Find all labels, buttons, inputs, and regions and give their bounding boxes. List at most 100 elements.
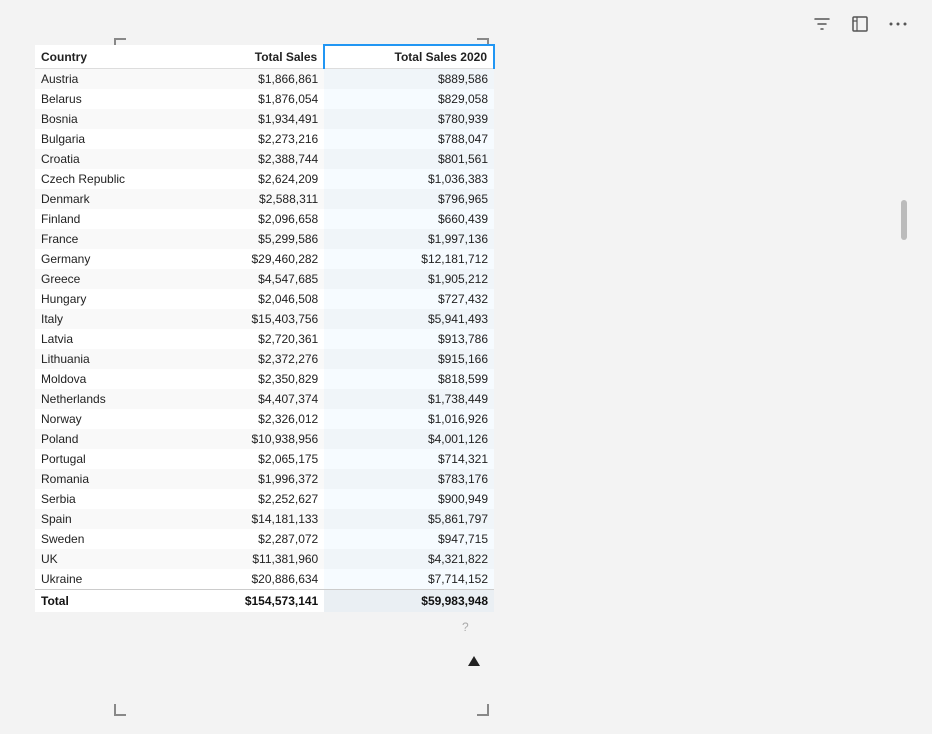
table-row: Bosnia$1,934,491$780,939 <box>35 109 494 129</box>
cell-9-0: Germany <box>35 249 188 269</box>
table-row: Czech Republic$2,624,209$1,036,383 <box>35 169 494 189</box>
cell-11-2: $727,432 <box>324 289 494 309</box>
cell-23-2: $947,715 <box>324 529 494 549</box>
toolbar <box>808 10 912 38</box>
cell-23-0: Sweden <box>35 529 188 549</box>
cell-6-1: $2,588,311 <box>188 189 324 209</box>
cell-17-0: Norway <box>35 409 188 429</box>
cell-6-0: Denmark <box>35 189 188 209</box>
cell-6-2: $796,965 <box>324 189 494 209</box>
table-row: Italy$15,403,756$5,941,493 <box>35 309 494 329</box>
cell-16-2: $1,738,449 <box>324 389 494 409</box>
cell-14-0: Lithuania <box>35 349 188 369</box>
expand-icon[interactable] <box>846 10 874 38</box>
cell-22-1: $14,181,133 <box>188 509 324 529</box>
table-row: Greece$4,547,685$1,905,212 <box>35 269 494 289</box>
cell-12-1: $15,403,756 <box>188 309 324 329</box>
cell-18-2: $4,001,126 <box>324 429 494 449</box>
cell-9-2: $12,181,712 <box>324 249 494 269</box>
table-row: Austria$1,866,861$889,586 <box>35 69 494 90</box>
more-options-icon[interactable] <box>884 10 912 38</box>
tooltip-icon: ? <box>462 620 469 634</box>
cell-11-1: $2,046,508 <box>188 289 324 309</box>
sales-table: Country Total Sales Total Sales 2020 Aus… <box>35 44 495 612</box>
cell-10-0: Greece <box>35 269 188 289</box>
filter-icon[interactable] <box>808 10 836 38</box>
cell-12-0: Italy <box>35 309 188 329</box>
cell-7-1: $2,096,658 <box>188 209 324 229</box>
cell-2-0: Bosnia <box>35 109 188 129</box>
footer-total-sales-2020: $59,983,948 <box>324 590 494 613</box>
cell-19-0: Portugal <box>35 449 188 469</box>
cell-17-1: $2,326,012 <box>188 409 324 429</box>
cell-3-2: $788,047 <box>324 129 494 149</box>
cell-20-2: $783,176 <box>324 469 494 489</box>
cell-20-1: $1,996,372 <box>188 469 324 489</box>
cell-1-1: $1,876,054 <box>188 89 324 109</box>
cell-22-0: Spain <box>35 509 188 529</box>
cell-2-2: $780,939 <box>324 109 494 129</box>
data-table-container: Country Total Sales Total Sales 2020 Aus… <box>35 44 495 612</box>
table-row: Moldova$2,350,829$818,599 <box>35 369 494 389</box>
table-row: Ukraine$20,886,634$7,714,152 <box>35 569 494 590</box>
header-country[interactable]: Country <box>35 45 188 69</box>
cell-18-1: $10,938,956 <box>188 429 324 449</box>
cell-7-2: $660,439 <box>324 209 494 229</box>
cell-1-0: Belarus <box>35 89 188 109</box>
table-row: Latvia$2,720,361$913,786 <box>35 329 494 349</box>
cell-19-1: $2,065,175 <box>188 449 324 469</box>
table-row: Belarus$1,876,054$829,058 <box>35 89 494 109</box>
cell-3-1: $2,273,216 <box>188 129 324 149</box>
cell-25-1: $20,886,634 <box>188 569 324 590</box>
cell-11-0: Hungary <box>35 289 188 309</box>
table-row: Serbia$2,252,627$900,949 <box>35 489 494 509</box>
cell-3-0: Bulgaria <box>35 129 188 149</box>
cell-21-1: $2,252,627 <box>188 489 324 509</box>
cell-10-1: $4,547,685 <box>188 269 324 289</box>
header-total-sales[interactable]: Total Sales <box>188 45 324 69</box>
cell-0-1: $1,866,861 <box>188 69 324 90</box>
table-row: Sweden$2,287,072$947,715 <box>35 529 494 549</box>
corner-bracket-br <box>477 704 489 716</box>
cell-13-2: $913,786 <box>324 329 494 349</box>
cell-4-0: Croatia <box>35 149 188 169</box>
table-row: Lithuania$2,372,276$915,166 <box>35 349 494 369</box>
cell-14-2: $915,166 <box>324 349 494 369</box>
corner-bracket-bl <box>114 704 126 716</box>
cell-21-0: Serbia <box>35 489 188 509</box>
cell-13-1: $2,720,361 <box>188 329 324 349</box>
table-row: Germany$29,460,282$12,181,712 <box>35 249 494 269</box>
cell-4-1: $2,388,744 <box>188 149 324 169</box>
cell-13-0: Latvia <box>35 329 188 349</box>
cell-25-2: $7,714,152 <box>324 569 494 590</box>
cell-16-0: Netherlands <box>35 389 188 409</box>
cell-23-1: $2,287,072 <box>188 529 324 549</box>
table-row: UK$11,381,960$4,321,822 <box>35 549 494 569</box>
cell-21-2: $900,949 <box>324 489 494 509</box>
footer-total-sales: $154,573,141 <box>188 590 324 613</box>
footer-label: Total <box>35 590 188 613</box>
cell-18-0: Poland <box>35 429 188 449</box>
cell-14-1: $2,372,276 <box>188 349 324 369</box>
table-row: Spain$14,181,133$5,861,797 <box>35 509 494 529</box>
vertical-scrollbar[interactable] <box>901 200 907 240</box>
cell-1-2: $829,058 <box>324 89 494 109</box>
cell-15-1: $2,350,829 <box>188 369 324 389</box>
table-row: France$5,299,586$1,997,136 <box>35 229 494 249</box>
cell-4-2: $801,561 <box>324 149 494 169</box>
cell-12-2: $5,941,493 <box>324 309 494 329</box>
cell-8-2: $1,997,136 <box>324 229 494 249</box>
table-row: Portugal$2,065,175$714,321 <box>35 449 494 469</box>
cell-5-2: $1,036,383 <box>324 169 494 189</box>
cell-5-0: Czech Republic <box>35 169 188 189</box>
cell-17-2: $1,016,926 <box>324 409 494 429</box>
cell-19-2: $714,321 <box>324 449 494 469</box>
table-row: Finland$2,096,658$660,439 <box>35 209 494 229</box>
table-row: Croatia$2,388,744$801,561 <box>35 149 494 169</box>
header-total-sales-2020[interactable]: Total Sales 2020 <box>324 45 494 69</box>
cell-7-0: Finland <box>35 209 188 229</box>
cell-16-1: $4,407,374 <box>188 389 324 409</box>
table-row: Denmark$2,588,311$796,965 <box>35 189 494 209</box>
table-row: Hungary$2,046,508$727,432 <box>35 289 494 309</box>
cell-9-1: $29,460,282 <box>188 249 324 269</box>
